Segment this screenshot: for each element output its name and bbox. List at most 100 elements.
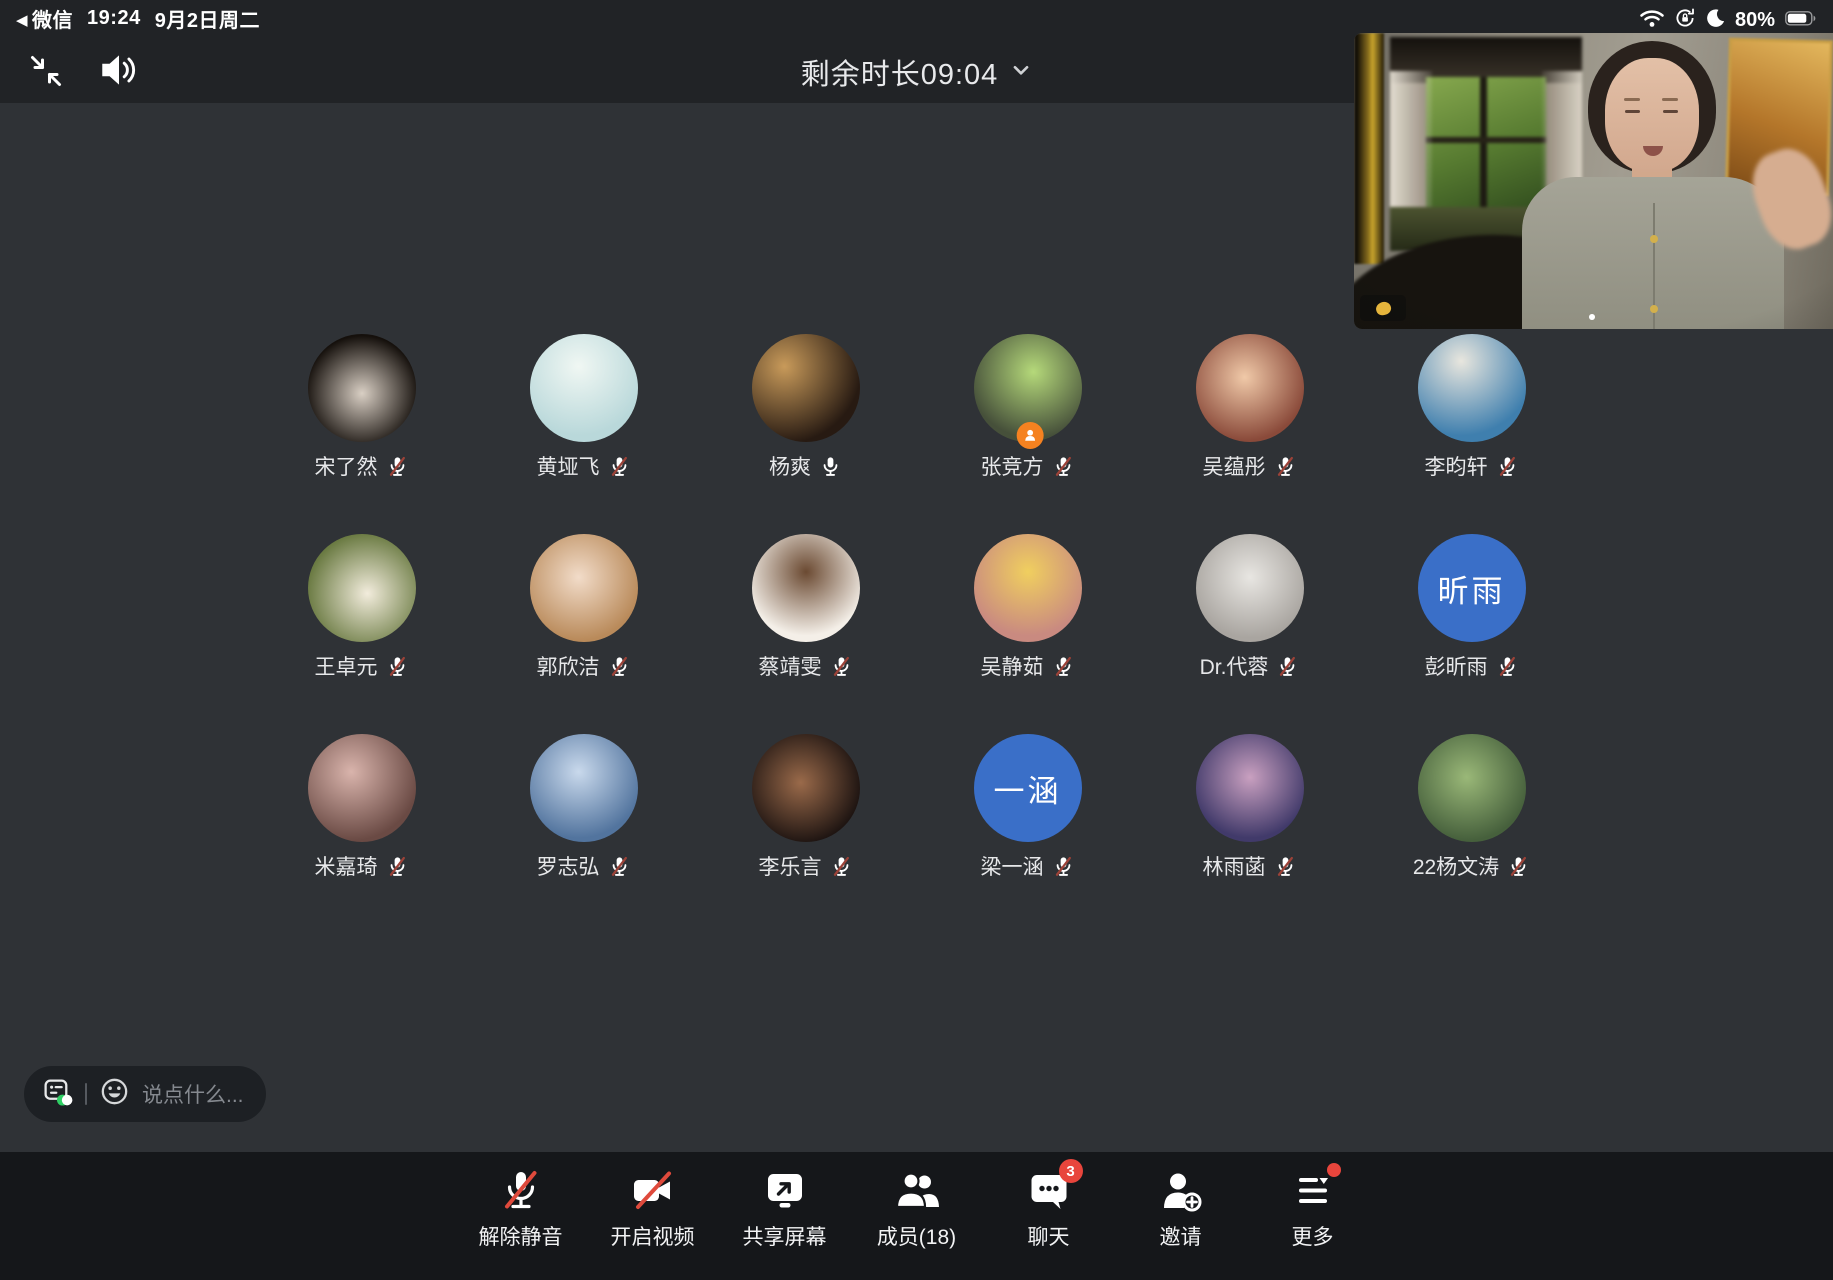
participant-name: 22杨文涛	[1413, 851, 1499, 881]
mic-muted-icon	[1507, 855, 1530, 878]
participant-tile[interactable]: 张竞方	[943, 334, 1113, 478]
danmaku-toggle-icon[interactable]	[42, 1076, 73, 1112]
participant-tile[interactable]: 林雨菡	[1165, 734, 1335, 878]
emoji-icon[interactable]	[99, 1076, 130, 1112]
participant-tile[interactable]: 郭欣洁	[499, 534, 669, 678]
participant-name: 吴静茹	[981, 651, 1044, 681]
participant-name-row: 李昀轩	[1425, 454, 1519, 478]
participant-avatar	[752, 334, 860, 442]
participant-name-row: 郭欣洁	[537, 654, 631, 678]
mic-muted-icon	[497, 1167, 545, 1215]
member-badge-icon	[1016, 422, 1043, 449]
participant-avatar	[974, 334, 1082, 442]
participant-avatar: 昕雨	[1418, 534, 1526, 642]
participant-name: 林雨菡	[1203, 851, 1266, 881]
toolbar-members-button[interactable]: 成员(18)	[854, 1152, 980, 1280]
mic-muted-icon	[386, 455, 409, 478]
participant-grid: 宋了然 黄垭飞 杨爽 张竞方 吴蕴彤 李昀轩王卓元 郭欣洁 蔡靖雯吴静茹 Dr.代蓉 昕雨彭昕雨米…	[277, 334, 1557, 878]
participant-tile[interactable]: 22杨文涛	[1387, 734, 1557, 878]
participant-avatar	[530, 734, 638, 842]
participant-avatar	[974, 534, 1082, 642]
participant-tile[interactable]: 李乐言	[721, 734, 891, 878]
status-left: ◀ 微信 19:24 9月2日周二	[16, 4, 260, 33]
participant-avatar	[308, 734, 416, 842]
participant-name-row: 罗志弘	[537, 854, 631, 878]
participant-name-row: 吴蕴彤	[1203, 454, 1297, 478]
participant-tile[interactable]: 杨爽	[721, 334, 891, 478]
mic-muted-icon	[830, 655, 853, 678]
participant-name-row: Dr.代蓉	[1200, 654, 1300, 678]
participant-tile[interactable]: 王卓元	[277, 534, 447, 678]
participant-name: 黄垭飞	[537, 451, 600, 481]
participant-tile[interactable]: 一涵梁一涵	[943, 734, 1113, 878]
participant-tile[interactable]: 罗志弘	[499, 734, 669, 878]
participant-name-row: 22杨文涛	[1413, 854, 1530, 878]
presenter-video[interactable]	[1354, 33, 1833, 329]
mic-muted-icon	[1052, 455, 1075, 478]
mic-muted-icon	[1276, 655, 1299, 678]
participant-avatar	[752, 734, 860, 842]
participant-avatar	[308, 534, 416, 642]
mic-muted-icon	[386, 855, 409, 878]
participant-tile[interactable]: 宋了然	[277, 334, 447, 478]
participant-name: 郭欣洁	[537, 651, 600, 681]
participant-name: 李昀轩	[1425, 451, 1488, 481]
chat-input-pill[interactable]: 说点什么...	[24, 1066, 266, 1122]
mic-muted-icon	[1274, 855, 1297, 878]
chevron-down-icon	[1010, 59, 1032, 86]
participant-name-row: 梁一涵	[981, 854, 1075, 878]
mic-muted-icon	[1052, 655, 1075, 678]
status-right: 80%	[1639, 4, 1817, 33]
toolbar-label: 更多	[1292, 1221, 1334, 1251]
toolbar-unmute-button[interactable]: 解除静音	[458, 1152, 584, 1280]
toolbar-chat-button[interactable]: 3 聊天	[986, 1152, 1112, 1280]
participant-tile[interactable]: 黄垭飞	[499, 334, 669, 478]
participant-tile[interactable]: Dr.代蓉	[1165, 534, 1335, 678]
toolbar-label: 聊天	[1028, 1221, 1070, 1251]
participant-name: 杨爽	[769, 451, 811, 481]
moon-icon	[1705, 8, 1725, 33]
mic-muted-icon	[1052, 855, 1075, 878]
participant-tile[interactable]: 米嘉琦	[277, 734, 447, 878]
avatar-initials: 一涵	[974, 734, 1082, 842]
rotation-lock-icon	[1675, 8, 1695, 33]
participant-name-row: 宋了然	[315, 454, 409, 478]
reaction-chip	[1360, 295, 1406, 321]
participant-name: 李乐言	[759, 851, 822, 881]
participant-name: 张竞方	[981, 451, 1044, 481]
participant-name: 吴蕴彤	[1203, 451, 1266, 481]
toolbar-share-screen-button[interactable]: 共享屏幕	[722, 1152, 848, 1280]
chat-icon: 3	[1025, 1167, 1073, 1215]
participant-name: Dr.代蓉	[1200, 651, 1269, 681]
toolbar-more-button[interactable]: 更多	[1250, 1152, 1376, 1280]
chat-placeholder[interactable]: 说点什么...	[142, 1079, 244, 1109]
participant-tile[interactable]: 昕雨彭昕雨	[1387, 534, 1557, 678]
wifi-icon	[1639, 8, 1665, 33]
back-to-wechat[interactable]: ◀ 微信	[16, 4, 73, 33]
toolbar-invite-button[interactable]: 邀请	[1118, 1152, 1244, 1280]
mic-muted-icon	[386, 655, 409, 678]
mic-muted-icon	[608, 855, 631, 878]
participant-tile[interactable]: 吴静茹	[943, 534, 1113, 678]
participant-avatar	[1418, 334, 1526, 442]
toolbar-label: 共享屏幕	[743, 1221, 827, 1251]
participant-name: 罗志弘	[537, 851, 600, 881]
participant-tile[interactable]: 吴蕴彤	[1165, 334, 1335, 478]
status-date: 9月2日周二	[155, 4, 260, 33]
members-icon	[893, 1167, 941, 1215]
participant-avatar	[1196, 334, 1304, 442]
participant-name-row: 彭昕雨	[1425, 654, 1519, 678]
participant-avatar	[530, 534, 638, 642]
grid-row: 米嘉琦罗志弘李乐言一涵梁一涵林雨菡22杨文涛	[277, 734, 1557, 878]
participant-name-row: 张竞方	[981, 454, 1075, 478]
participant-tile[interactable]: 李昀轩	[1387, 334, 1557, 478]
more-icon	[1289, 1167, 1337, 1215]
participant-name: 王卓元	[315, 651, 378, 681]
chat-unread-badge: 3	[1059, 1159, 1083, 1183]
bottom-toolbar: 解除静音开启视频共享屏幕成员(18) 3 聊天 邀请更多	[0, 1152, 1833, 1280]
participant-avatar	[752, 534, 860, 642]
toolbar-start-video-button[interactable]: 开启视频	[590, 1152, 716, 1280]
participant-tile[interactable]: 蔡靖雯	[721, 534, 891, 678]
avatar-initials: 昕雨	[1418, 534, 1526, 642]
participant-name-row: 李乐言	[759, 854, 853, 878]
